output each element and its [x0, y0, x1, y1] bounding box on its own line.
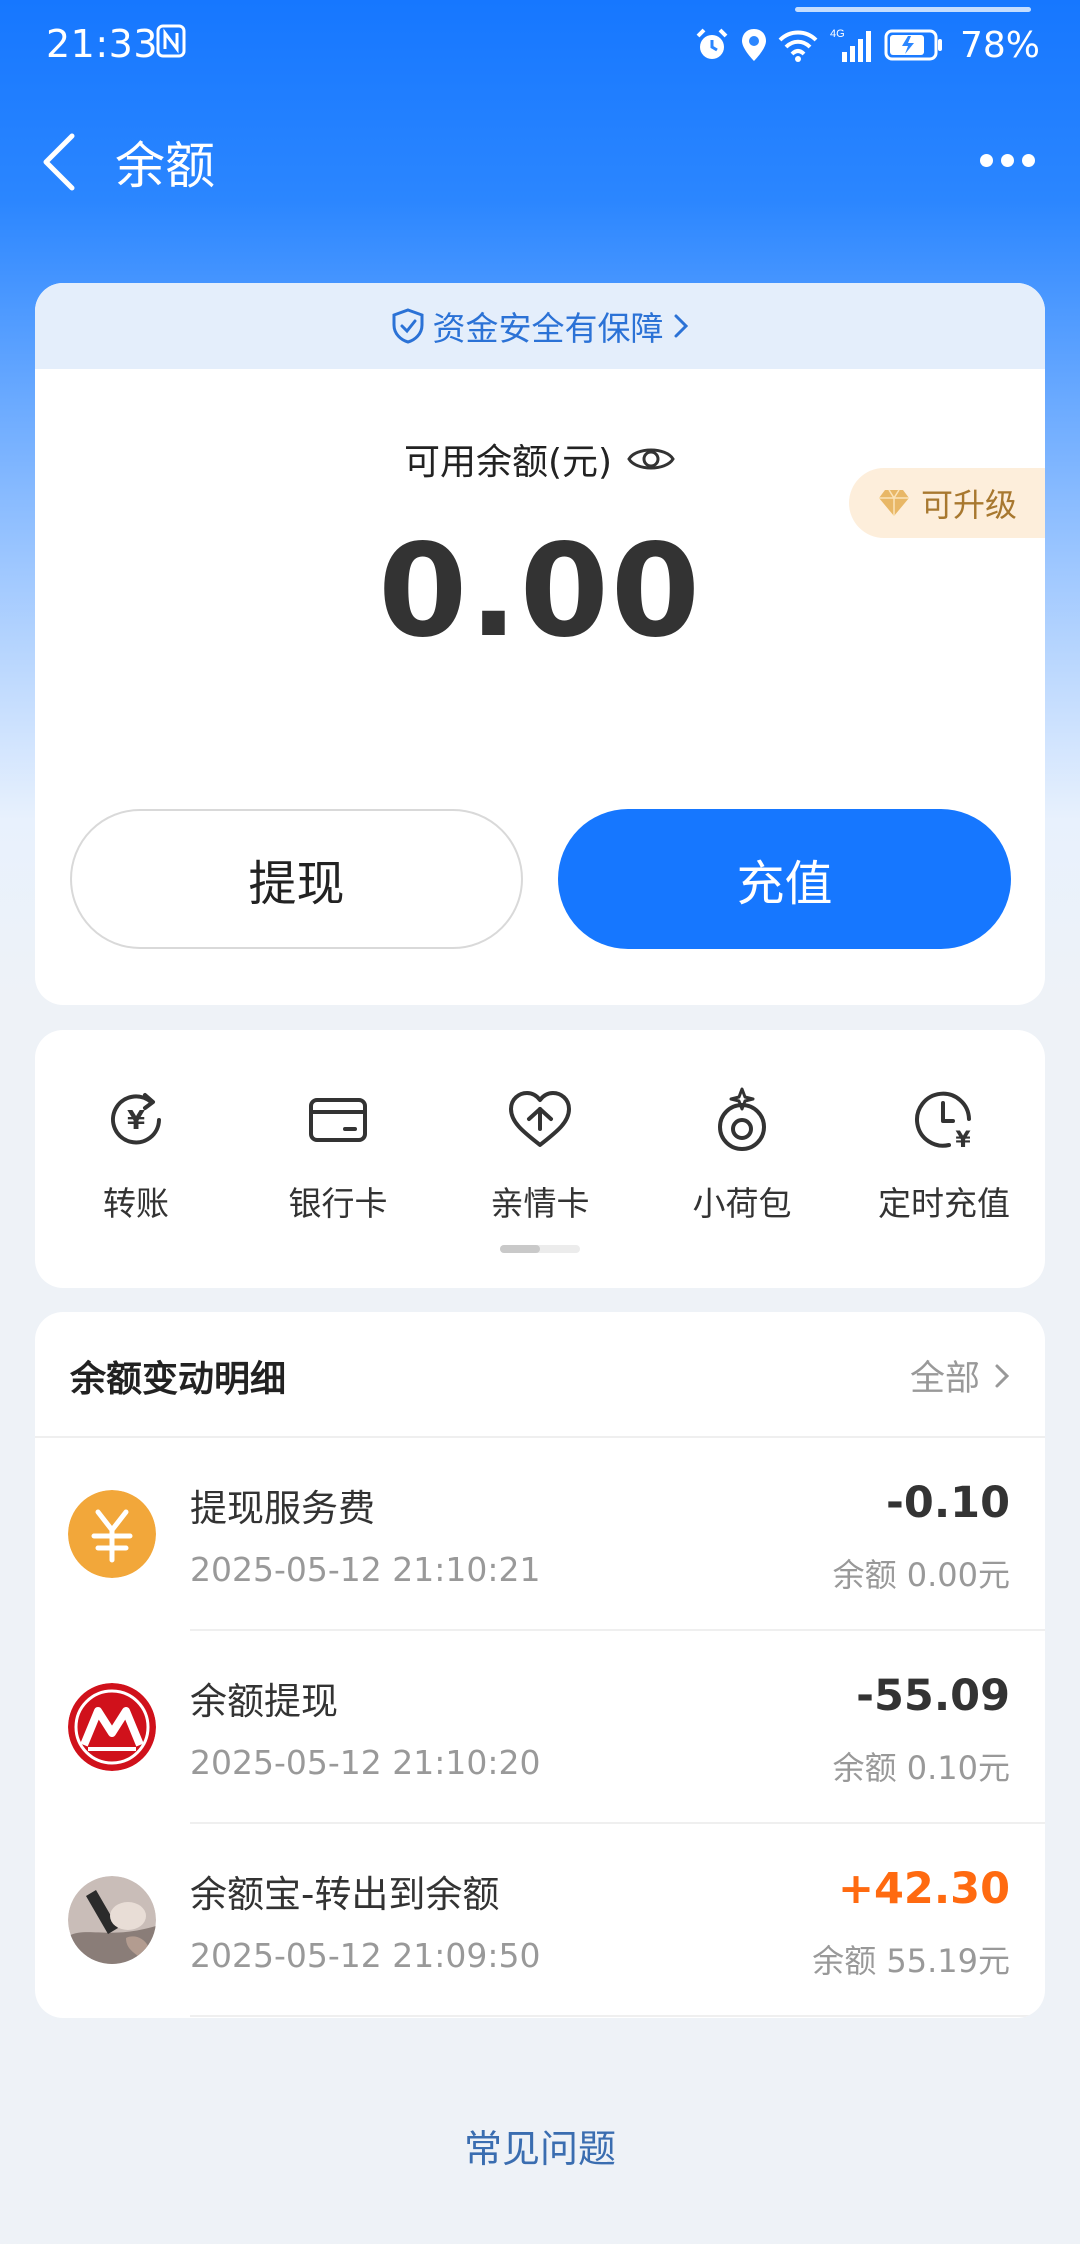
- action-label: 亲情卡: [490, 1184, 590, 1223]
- gesture-pill: [795, 7, 1031, 12]
- transaction-amount: -0.10: [886, 1478, 1010, 1528]
- transaction-time: 2025-05-12 21:10:21: [190, 1550, 541, 1589]
- quick-actions-row: ¥ 转账 银行卡 亲情卡 小荷包 ¥ 定时充值: [35, 1085, 1045, 1225]
- user-avatar-icon: [68, 1876, 156, 1964]
- action-bank-card[interactable]: 银行卡: [237, 1085, 439, 1225]
- scheduled-recharge-icon: ¥: [915, 1091, 971, 1153]
- transaction-row[interactable]: 余额宝-转出到余额 2025-05-12 21:09:50 +42.30 余额 …: [35, 1824, 1045, 2017]
- recharge-button[interactable]: 充值: [558, 809, 1011, 949]
- nav-bar: 余额: [0, 110, 1080, 210]
- balance-card: 资金安全有保障 可用余额(元) 可升级 0.00 提现 充值: [35, 283, 1045, 1005]
- action-transfer[interactable]: ¥ 转账: [35, 1085, 237, 1225]
- battery-percent: 78%: [959, 24, 1040, 66]
- page-indicator: [500, 1245, 580, 1253]
- diamond-icon: [878, 489, 909, 516]
- shield-check-icon: [392, 308, 423, 344]
- balance-amount: 0.00: [378, 517, 702, 666]
- row-divider: [190, 2015, 1045, 2017]
- security-text: 资金安全有保障: [432, 309, 664, 348]
- family-card-icon: [509, 1091, 571, 1147]
- transaction-balance: 余额 55.19元: [812, 1942, 1010, 1980]
- chevron-right-icon: [995, 1364, 1010, 1387]
- view-all-link[interactable]: 全部: [910, 1350, 1010, 1401]
- transaction-row[interactable]: 余额提现 2025-05-12 21:10:20 -55.09 余额 0.10元: [35, 1631, 1045, 1824]
- action-label: 小荷包: [692, 1184, 792, 1223]
- status-bar: 21:33 4G 78%: [0, 0, 1080, 90]
- transactions-card: 余额变动明细 全部 提现服务费 2025-05-12 21:10:21 -0.1…: [35, 1312, 1045, 2018]
- eye-icon[interactable]: [626, 441, 676, 477]
- transaction-time: 2025-05-12 21:09:50: [190, 1936, 541, 1975]
- balance-label: 可用余额(元): [403, 442, 613, 483]
- bank-card-icon: [309, 1098, 367, 1142]
- transaction-name: 余额宝-转出到余额: [190, 1873, 500, 1916]
- alarm-icon: [696, 28, 728, 59]
- transaction-time: 2025-05-12 21:10:20: [190, 1743, 541, 1782]
- cmb-bank-logo-icon: [68, 1683, 156, 1771]
- action-family-card[interactable]: 亲情卡: [439, 1085, 641, 1225]
- svg-text:¥: ¥: [127, 1106, 145, 1136]
- quick-actions-card: ¥ 转账 银行卡 亲情卡 小荷包 ¥ 定时充值: [35, 1030, 1045, 1288]
- nfc-icon: [156, 24, 186, 58]
- small-purse-icon: [718, 1087, 766, 1151]
- transaction-row[interactable]: 提现服务费 2025-05-12 21:10:21 -0.10 余额 0.00元: [35, 1438, 1045, 1631]
- view-all-label: 全部: [909, 1359, 980, 1399]
- cellular-signal-icon: 4G: [830, 28, 871, 62]
- status-time: 21:33: [46, 22, 159, 66]
- more-options-icon[interactable]: [980, 140, 1040, 180]
- transaction-name: 提现服务费: [190, 1487, 375, 1530]
- action-scheduled-recharge[interactable]: ¥ 定时充值: [843, 1085, 1045, 1225]
- transfer-icon: ¥: [111, 1093, 161, 1145]
- back-arrow-icon[interactable]: [36, 130, 86, 194]
- status-icons: 4G 78%: [694, 20, 1040, 70]
- transaction-amount: -55.09: [856, 1671, 1010, 1721]
- transactions-title: 余额变动明细: [70, 1359, 287, 1400]
- svg-text:¥: ¥: [955, 1128, 971, 1153]
- action-label: 定时充值: [878, 1184, 1010, 1223]
- security-guarantee-link[interactable]: 资金安全有保障: [35, 283, 1045, 369]
- action-label: 银行卡: [288, 1184, 388, 1223]
- battery-charging-icon: [884, 29, 942, 61]
- wifi-icon: [778, 30, 818, 62]
- faq-link[interactable]: 常见问题: [0, 2118, 1080, 2173]
- yuan-coin-icon: [68, 1490, 156, 1578]
- action-label: 转账: [103, 1184, 169, 1223]
- transaction-amount: +42.30: [837, 1864, 1010, 1914]
- transactions-header: 余额变动明细 全部: [35, 1312, 1045, 1438]
- location-icon: [741, 29, 766, 61]
- withdraw-button[interactable]: 提现: [70, 809, 523, 949]
- transaction-name: 余额提现: [190, 1680, 338, 1723]
- transaction-balance: 余额 0.00元: [832, 1556, 1010, 1594]
- transaction-balance: 余额 0.10元: [832, 1749, 1010, 1787]
- action-small-purse[interactable]: 小荷包: [641, 1085, 843, 1225]
- chevron-right-icon: [674, 314, 688, 338]
- svg-text:4G: 4G: [830, 28, 845, 40]
- page-title: 余额: [115, 137, 215, 195]
